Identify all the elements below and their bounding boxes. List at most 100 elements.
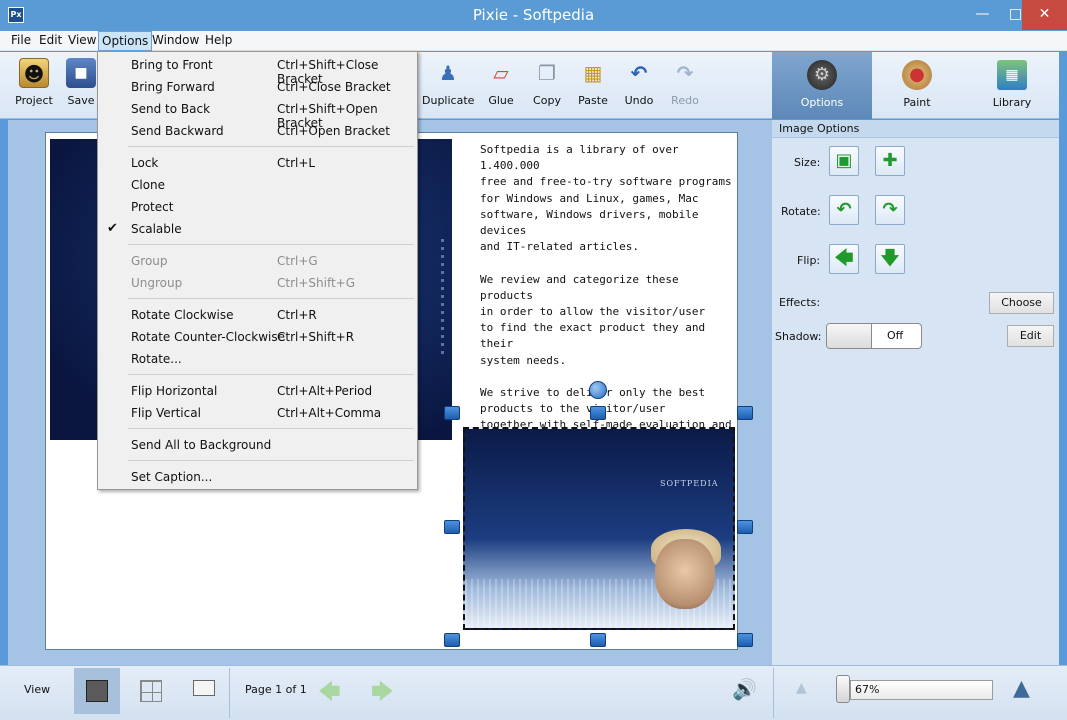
rotate-right-button[interactable]: ↷: [875, 195, 905, 225]
menu-item-rotate-clockwise[interactable]: Rotate Clockwise Ctrl+R: [98, 305, 417, 325]
menu-item-send-to-back[interactable]: Send to Back Ctrl+Shift+Open Bracket: [98, 99, 417, 130]
menu-separator: [128, 146, 414, 147]
flip-horizontal-button[interactable]: 🡄: [829, 244, 859, 274]
choose-effects-button[interactable]: Choose: [989, 292, 1054, 314]
menu-item-label: Send to Back: [131, 102, 211, 116]
resize-handle-left[interactable]: [444, 520, 460, 534]
arrow-down-icon: 🡇: [880, 248, 900, 269]
panel-header: Image Options: [772, 120, 1059, 138]
menu-item-label: Bring Forward: [131, 80, 215, 94]
tab-library[interactable]: ▦ Library: [962, 52, 1062, 119]
photo-logo: SOFTPEDIA: [660, 479, 719, 488]
menu-options[interactable]: Options: [98, 31, 153, 51]
zoom-field[interactable]: 67%: [850, 680, 993, 700]
resize-handle-top-right[interactable]: [737, 406, 753, 420]
presentation-view-button[interactable]: [181, 668, 227, 714]
menu-item-rotate-counter-clockwise[interactable]: Rotate Counter-Clockwise Ctrl+Shift+R: [98, 327, 417, 347]
menu-help[interactable]: Help: [205, 33, 232, 47]
project-button[interactable]: ☻ Project: [8, 58, 60, 107]
shadow-toggle[interactable]: Off: [826, 323, 922, 349]
menu-item-set-caption[interactable]: Set Caption...: [98, 467, 417, 487]
speaker-icon[interactable]: 🔊: [732, 677, 757, 701]
menu-item-bring-to-front[interactable]: Bring to Front Ctrl+Shift+Close Bracket: [98, 55, 417, 86]
menu-file[interactable]: File: [11, 33, 31, 47]
menu-item-label: Lock: [131, 156, 159, 170]
shrink-button[interactable]: ▣: [829, 146, 859, 176]
menu-item-rotate[interactable]: Rotate...: [98, 349, 417, 369]
grid-view-button[interactable]: [128, 668, 174, 714]
paste-button[interactable]: ▦ Paste: [567, 58, 619, 107]
menu-item-flip-vertical[interactable]: Flip Vertical Ctrl+Alt+Comma: [98, 403, 417, 423]
menu-item-clone[interactable]: Clone: [98, 175, 417, 195]
resize-handle-top-left[interactable]: [444, 406, 460, 420]
menu-item-label: Bring to Front: [131, 58, 213, 72]
canvas-text-block[interactable]: Softpedia is a library of over 1.400.000…: [480, 142, 735, 450]
resize-handle-bottom[interactable]: [590, 633, 606, 647]
menu-item-protect[interactable]: Protect: [98, 197, 417, 217]
title-bar: Px Pixie - Softpedia — □ ✕: [0, 0, 1067, 31]
menu-item-scalable[interactable]: ✔ Scalable: [98, 219, 417, 239]
window-title: Pixie - Softpedia: [472, 6, 595, 24]
close-button[interactable]: ✕: [1022, 0, 1067, 30]
menu-item-label: Protect: [131, 200, 174, 214]
flip-vertical-button[interactable]: 🡇: [875, 244, 905, 274]
menu-item-flip-horizontal[interactable]: Flip Horizontal Ctrl+Alt+Period: [98, 381, 417, 401]
duplicate-label: Duplicate: [422, 94, 475, 107]
menu-item-send-all-to-background[interactable]: Send All to Background: [98, 435, 417, 455]
tab-paint[interactable]: ● Paint: [867, 52, 967, 119]
zoom-out-mountain-icon[interactable]: ▲: [796, 680, 807, 696]
selected-photo[interactable]: SOFTPEDIA: [463, 427, 735, 630]
size-label: Size:: [794, 156, 821, 169]
rotate-right-icon: ↷: [882, 199, 898, 220]
enlarge-button[interactable]: ✚: [875, 146, 905, 176]
menu-window[interactable]: Window: [152, 33, 199, 47]
resize-handle-right[interactable]: [737, 520, 753, 534]
shadow-label: Shadow:: [775, 330, 822, 343]
menu-item-bring-forward[interactable]: Bring Forward Ctrl+Close Bracket: [98, 77, 417, 97]
resize-handle-bottom-right[interactable]: [737, 633, 753, 647]
tab-paint-label: Paint: [903, 96, 931, 109]
project-icon: ☻: [19, 58, 49, 88]
menu-item-send-backward[interactable]: Send Backward Ctrl+Open Bracket: [98, 121, 417, 141]
menu-view[interactable]: View: [68, 33, 96, 47]
copy-button[interactable]: ❐ Copy: [521, 58, 573, 107]
zoom-in-mountain-icon[interactable]: ▲: [1013, 676, 1030, 701]
menu-item-label: Group: [131, 254, 168, 268]
divider: [773, 668, 774, 718]
rotate-left-button[interactable]: ↶: [829, 195, 859, 225]
menu-item-shortcut: Ctrl+Open Bracket: [277, 124, 390, 138]
menu-item-label: Ungroup: [131, 276, 183, 290]
menu-item-shortcut: Ctrl+Shift+R: [277, 330, 355, 344]
menu-item-label: Set Caption...: [131, 470, 213, 484]
redo-button[interactable]: ↷ Redo: [659, 58, 711, 107]
next-page-arrow-icon[interactable]: 🡆: [371, 675, 394, 713]
menu-item-label: Clone: [131, 178, 166, 192]
copy-label: Copy: [533, 94, 561, 107]
tab-options[interactable]: ⚙ Options: [772, 52, 872, 119]
menu-bar: File Edit View Options Window Help: [0, 31, 1067, 51]
undo-button[interactable]: ↶ Undo: [613, 58, 665, 107]
options-menu: Bring to Front Ctrl+Shift+Close Bracket …: [97, 51, 418, 490]
resize-handle-top[interactable]: [590, 406, 606, 420]
image-options-panel: Image Options: [772, 120, 1059, 665]
single-page-view-button[interactable]: [74, 668, 120, 714]
single-page-icon: [86, 680, 108, 702]
rotate-handle[interactable]: [589, 381, 607, 399]
undo-label: Undo: [624, 94, 654, 107]
grid-icon: [140, 680, 162, 702]
checkmark-icon: ✔: [107, 221, 118, 236]
resize-handle-bottom-left[interactable]: [444, 633, 460, 647]
effects-label: Effects:: [779, 296, 821, 309]
zoom-slider-handle[interactable]: [836, 675, 850, 703]
menu-item-label: Rotate Clockwise: [131, 308, 234, 322]
glue-button[interactable]: ▱ Glue: [475, 58, 527, 107]
duplicate-button[interactable]: ♟ Duplicate: [422, 58, 474, 107]
photo-face: [655, 539, 715, 609]
menu-item-label: Flip Vertical: [131, 406, 201, 420]
minimize-button[interactable]: —: [966, 0, 999, 30]
menu-item-lock[interactable]: Lock Ctrl+L: [98, 153, 417, 173]
menu-edit[interactable]: Edit: [39, 33, 62, 47]
menu-separator: [128, 460, 414, 461]
edit-shadow-button[interactable]: Edit: [1007, 325, 1054, 347]
previous-page-arrow-icon[interactable]: 🡄: [318, 675, 341, 713]
